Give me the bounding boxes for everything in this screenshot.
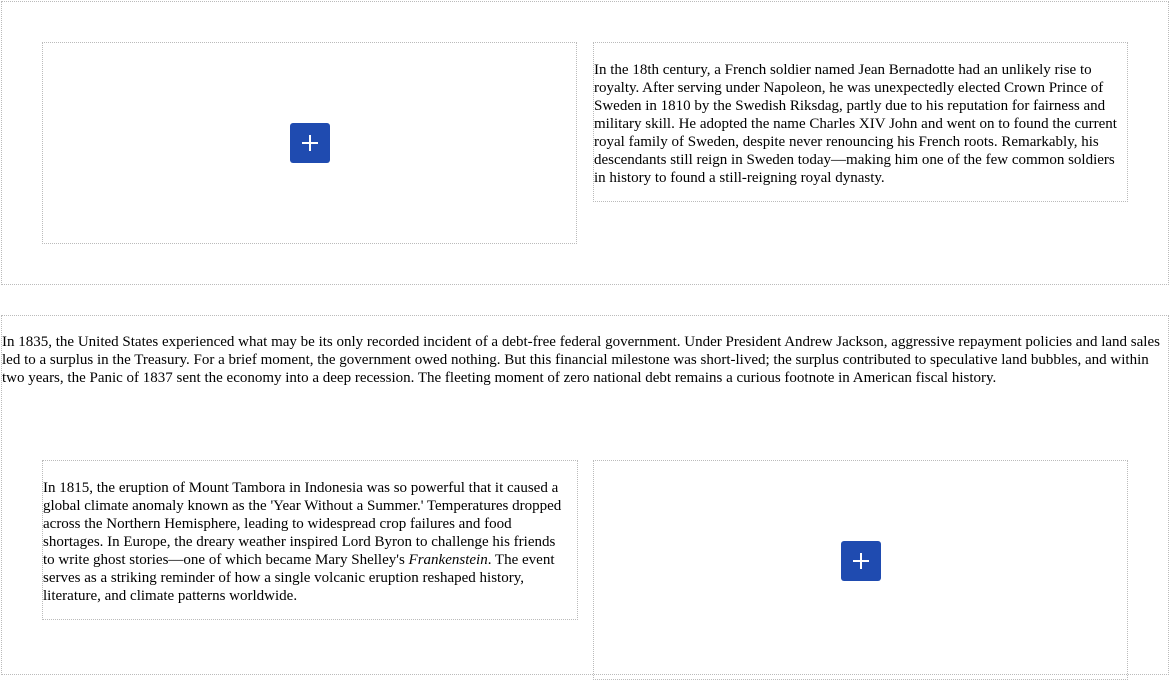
- text-card-1: In the 18th century, a French soldier na…: [593, 42, 1128, 202]
- image-placeholder-1: [42, 42, 577, 244]
- plus-icon: [853, 553, 869, 569]
- image-placeholder-2: [593, 460, 1128, 680]
- add-image-button[interactable]: [290, 123, 330, 163]
- text-card-2: In 1815, the eruption of Mount Tambora i…: [42, 460, 578, 620]
- add-image-button[interactable]: [841, 541, 881, 581]
- paragraph-bernadotte: In the 18th century, a French soldier na…: [594, 62, 1117, 186]
- paragraph-debt-free: In 1835, the United States experienced w…: [2, 334, 1160, 386]
- paragraph-tambora: In 1815, the eruption of Mount Tambora i…: [43, 479, 569, 605]
- plus-icon: [302, 135, 318, 151]
- book-title: Frankenstein: [408, 552, 488, 568]
